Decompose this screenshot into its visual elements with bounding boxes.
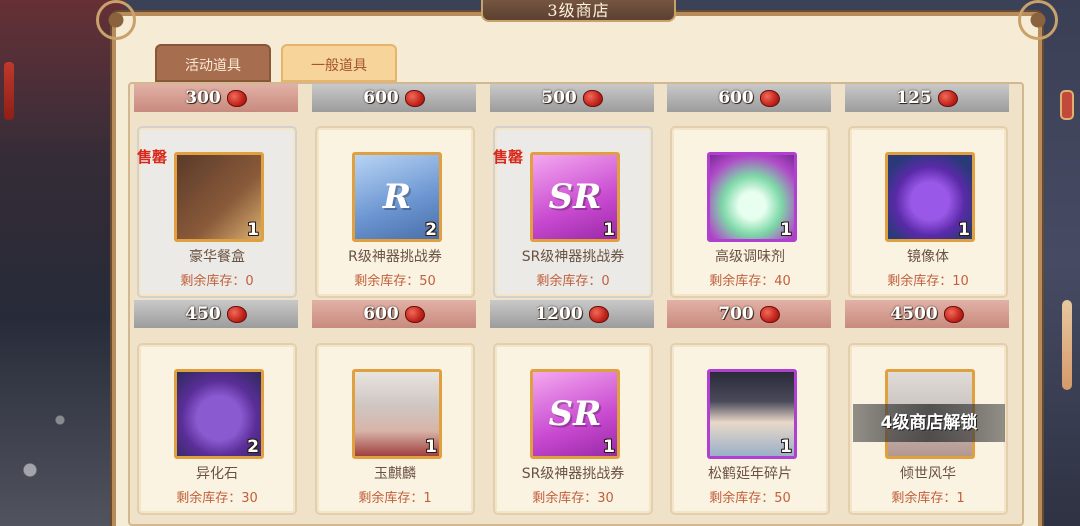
tab-event-items[interactable]: 活动道具	[155, 44, 271, 82]
shop-item-card[interactable]: 售罄 1 豪华餐盒 剩余库存：0	[137, 126, 297, 298]
price-value: 4500	[890, 304, 938, 324]
price-tag: 600	[312, 300, 476, 328]
price-tag: 125	[845, 84, 1009, 112]
gem-currency-icon	[404, 89, 425, 107]
soldout-label: 售罄	[137, 148, 168, 166]
ticket-glyph: SR	[548, 394, 602, 434]
shop-item-card[interactable]: SR 售罄 1 SR级神器挑战券 剩余库存：0	[493, 126, 653, 298]
price-value: 600	[718, 88, 754, 108]
item-name: 倾世风华	[900, 466, 956, 482]
shop-item-card[interactable]: 2 异化石 剩余库存：30	[137, 343, 297, 515]
gem-currency-icon	[226, 89, 247, 107]
item-name: 镜像体	[907, 249, 949, 265]
shop-item-card[interactable]: 1 玉麒麟 剩余库存：1	[315, 343, 475, 515]
lantern-icon	[4, 62, 14, 120]
lantern-icon	[1060, 90, 1074, 120]
price-tag: 450	[134, 300, 298, 328]
price-tag: 700	[667, 300, 831, 328]
lock-banner: 4级商店解锁	[853, 404, 1005, 442]
item-name: 玉麒麟	[374, 466, 416, 482]
pendant-icon	[1062, 300, 1072, 390]
ticket-glyph: R	[382, 177, 412, 217]
background-left-decor	[0, 0, 125, 526]
price-value: 1200	[535, 304, 583, 324]
price-value: 500	[541, 88, 577, 108]
shop-item-card[interactable]: 1 镜像体 剩余库存：10	[848, 126, 1008, 298]
soldout-label: 售罄	[493, 148, 524, 166]
item-stock: 剩余库存：10	[887, 274, 969, 289]
item-stock: 剩余库存：50	[709, 491, 791, 506]
price-value: 700	[718, 304, 754, 324]
gem-currency-icon	[759, 89, 780, 107]
shop-item-card[interactable]: 1 高级调味剂 剩余库存：40	[670, 126, 830, 298]
gem-currency-icon	[943, 305, 964, 323]
ticket-glyph: SR	[548, 177, 602, 217]
shop-item-card[interactable]: 1 松鹤延年碎片 剩余库存：50	[670, 343, 830, 515]
item-stock: 剩余库存：50	[354, 274, 436, 289]
price-tag: 600	[667, 84, 831, 112]
price-tag: 4500	[845, 300, 1009, 328]
item-stock: 剩余库存：0	[536, 274, 610, 289]
price-tag: 600	[312, 84, 476, 112]
gem-currency-icon	[226, 305, 247, 323]
price-value: 600	[363, 88, 399, 108]
shop-title: 3级商店	[481, 0, 676, 22]
gem-currency-icon	[582, 89, 603, 107]
gem-currency-icon	[404, 305, 425, 323]
price-value: 450	[185, 304, 221, 324]
price-tag: 300	[134, 84, 298, 112]
gem-currency-icon	[937, 89, 958, 107]
price-tag: 500	[490, 84, 654, 112]
gem-currency-icon	[759, 305, 780, 323]
tab-general-items[interactable]: 一般道具	[281, 44, 397, 82]
item-name: 豪华餐盒	[189, 249, 245, 265]
price-value: 300	[185, 88, 221, 108]
item-stock: 剩余库存：30	[176, 491, 258, 506]
gem-currency-icon	[588, 305, 609, 323]
item-stock: 剩余库存：1	[891, 491, 965, 506]
item-stock: 剩余库存：1	[358, 491, 432, 506]
price-value: 125	[896, 88, 932, 108]
price-value: 600	[363, 304, 399, 324]
item-stock: 剩余库存：40	[709, 274, 791, 289]
item-name: 松鹤延年碎片	[708, 466, 792, 482]
shop-item-card[interactable]: SR 1 SR级神器挑战券 剩余库存：30	[493, 343, 653, 515]
item-stock: 剩余库存：30	[532, 491, 614, 506]
price-tag: 1200	[490, 300, 654, 328]
shop-item-card[interactable]: R 2 R级神器挑战券 剩余库存：50	[315, 126, 475, 298]
item-name: SR级神器挑战券	[521, 249, 625, 265]
item-stock: 剩余库存：0	[180, 274, 254, 289]
item-name: 高级调味剂	[715, 249, 785, 265]
item-name: SR级神器挑战券	[521, 466, 625, 482]
corner-ornament-icon	[96, 0, 136, 40]
corner-ornament-icon	[1018, 0, 1058, 40]
item-name: 异化石	[196, 466, 238, 482]
item-name: R级神器挑战券	[348, 249, 442, 265]
